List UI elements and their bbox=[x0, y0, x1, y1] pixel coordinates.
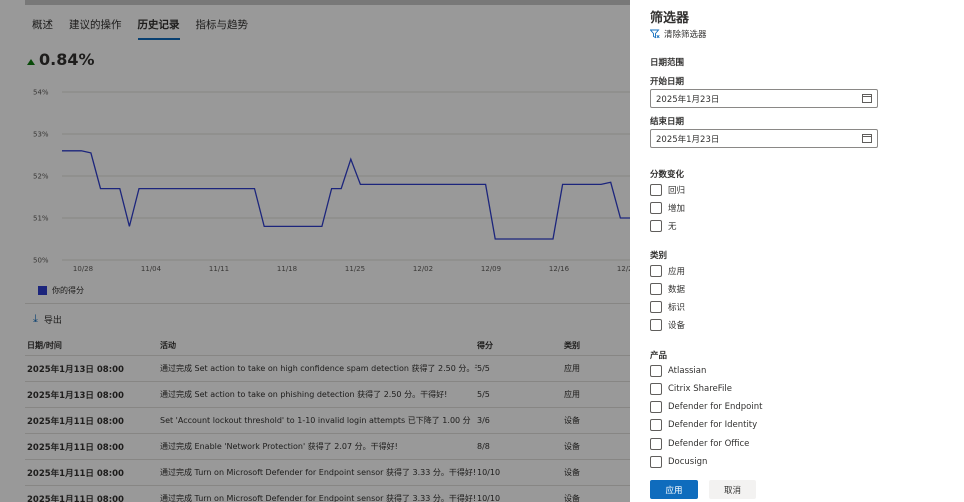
checkbox-label: Docusign bbox=[668, 457, 708, 467]
checkbox-label: 无 bbox=[668, 222, 677, 232]
checkbox-docusign[interactable]: Docusign bbox=[650, 456, 707, 468]
checkbox-defender-identity[interactable]: Defender for Identity bbox=[650, 419, 757, 431]
clear-filter-icon bbox=[650, 29, 660, 39]
checkbox-label: Defender for Office bbox=[668, 439, 750, 449]
score-change-label: 分数变化 bbox=[650, 170, 685, 180]
filter-panel: 筛选器 清除筛选器 日期范围 开始日期 2025年1月23日 结束日期 2025… bbox=[630, 0, 964, 502]
checkbox[interactable] bbox=[650, 301, 662, 313]
cancel-button[interactable]: 取消 bbox=[709, 480, 756, 499]
checkbox-defender-office[interactable]: Defender for Office bbox=[650, 438, 749, 450]
checkbox-label: 数据 bbox=[668, 285, 686, 295]
calendar-icon[interactable] bbox=[862, 134, 872, 143]
checkbox[interactable] bbox=[650, 401, 662, 413]
checkbox[interactable] bbox=[650, 438, 662, 450]
clear-filters-label: 清除筛选器 bbox=[664, 30, 707, 40]
category-label: 类别 bbox=[650, 251, 668, 261]
checkbox[interactable] bbox=[650, 383, 662, 395]
filter-title: 筛选器 bbox=[650, 11, 690, 26]
checkbox-none[interactable]: 无 bbox=[650, 220, 677, 232]
checkbox[interactable] bbox=[650, 265, 662, 277]
checkbox-label: 应用 bbox=[668, 267, 686, 277]
end-date-label: 结束日期 bbox=[650, 117, 685, 127]
start-date-value: 2025年1月23日 bbox=[656, 94, 720, 105]
checkbox-label: 标识 bbox=[668, 303, 686, 313]
checkbox-label: 设备 bbox=[668, 321, 686, 331]
product-label: 产品 bbox=[650, 351, 668, 361]
checkbox-device[interactable]: 设备 bbox=[650, 319, 685, 331]
end-date-value: 2025年1月23日 bbox=[656, 134, 720, 145]
checkbox[interactable] bbox=[650, 283, 662, 295]
checkbox-regression[interactable]: 回归 bbox=[650, 184, 685, 196]
start-date-input[interactable]: 2025年1月23日 bbox=[650, 89, 878, 108]
checkbox-label: Atlassian bbox=[668, 366, 707, 376]
checkbox-atlassian[interactable]: Atlassian bbox=[650, 365, 706, 377]
checkbox-identity[interactable]: 标识 bbox=[650, 301, 685, 313]
checkbox-citrix-sharefile[interactable]: Citrix ShareFile bbox=[650, 383, 732, 395]
checkbox-data[interactable]: 数据 bbox=[650, 283, 685, 295]
clear-filters-button[interactable]: 清除筛选器 bbox=[650, 28, 707, 40]
calendar-icon[interactable] bbox=[862, 94, 872, 103]
checkbox-label: Defender for Identity bbox=[668, 420, 758, 430]
checkbox-defender-endpoint[interactable]: Defender for Endpoint bbox=[650, 401, 762, 413]
checkbox-label: 增加 bbox=[668, 204, 686, 214]
modal-overlay[interactable] bbox=[0, 0, 630, 502]
checkbox[interactable] bbox=[650, 184, 662, 196]
checkbox[interactable] bbox=[650, 202, 662, 214]
start-date-label: 开始日期 bbox=[650, 77, 685, 87]
checkbox[interactable] bbox=[650, 319, 662, 331]
checkbox-label: Defender for Endpoint bbox=[668, 402, 763, 412]
end-date-input[interactable]: 2025年1月23日 bbox=[650, 129, 878, 148]
checkbox-apps[interactable]: 应用 bbox=[650, 265, 685, 277]
checkbox[interactable] bbox=[650, 365, 662, 377]
date-range-label: 日期范围 bbox=[650, 58, 685, 68]
checkbox-label: Citrix ShareFile bbox=[668, 384, 732, 394]
checkbox-increase[interactable]: 增加 bbox=[650, 202, 685, 214]
apply-button[interactable]: 应用 bbox=[650, 480, 698, 499]
checkbox-label: 回归 bbox=[668, 186, 686, 196]
checkbox[interactable] bbox=[650, 419, 662, 431]
checkbox[interactable] bbox=[650, 456, 662, 468]
checkbox[interactable] bbox=[650, 220, 662, 232]
